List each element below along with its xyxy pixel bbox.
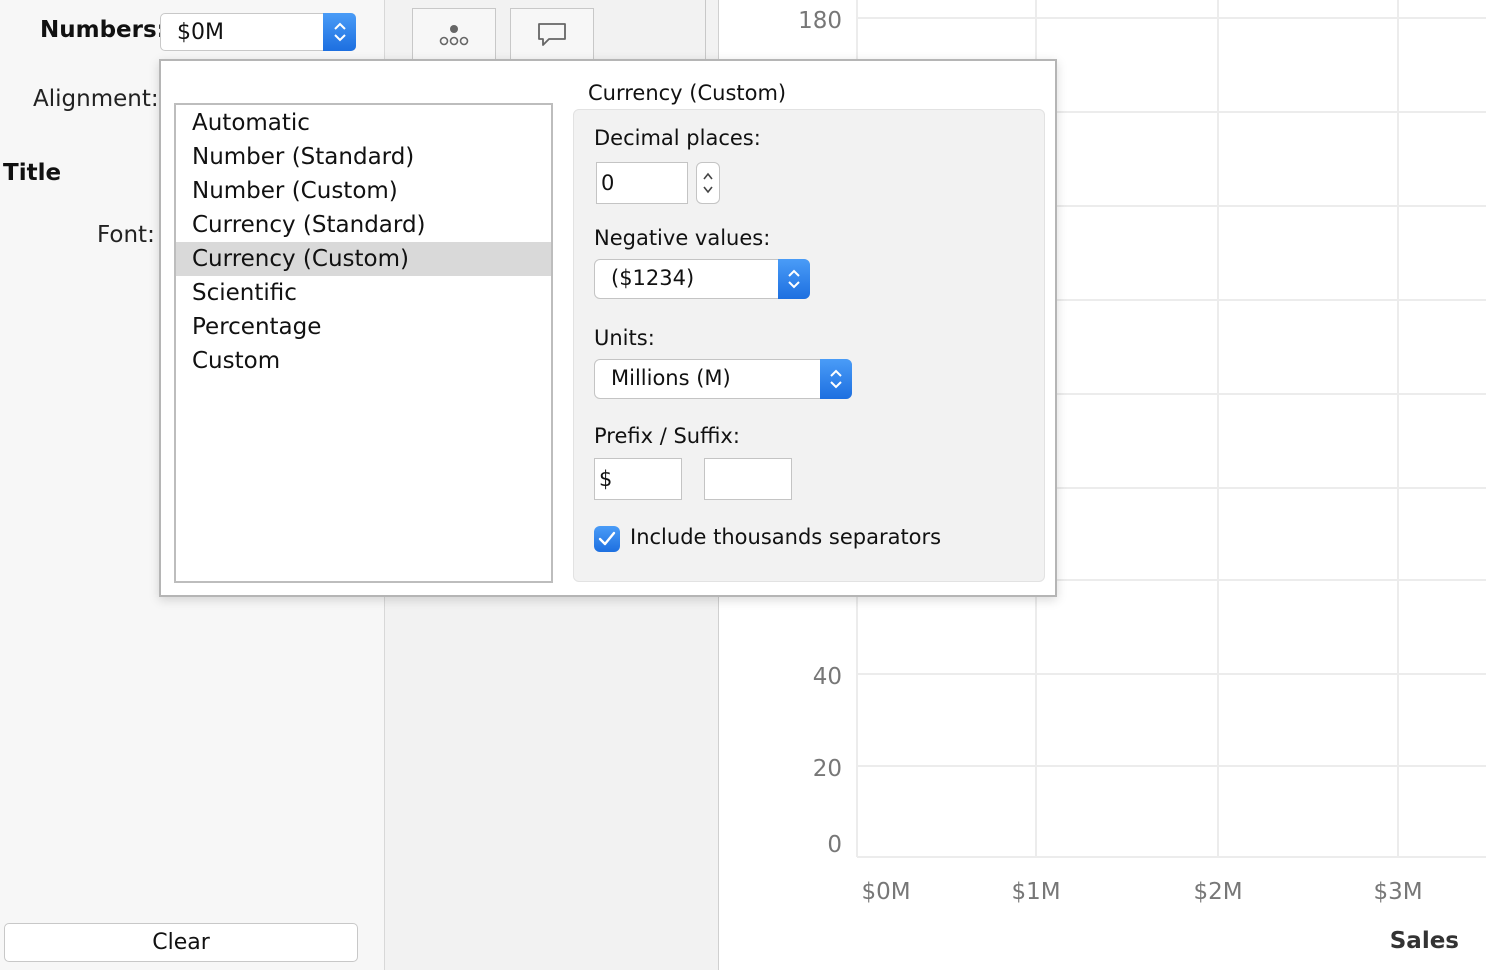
stepper-arrows-icon <box>703 172 713 194</box>
clear-button[interactable]: Clear <box>4 923 358 962</box>
detail-mark-button[interactable] <box>412 8 496 60</box>
pane-divider <box>705 0 706 60</box>
thousands-separator-checkbox[interactable] <box>594 526 620 552</box>
decimal-places-stepper[interactable] <box>696 162 720 204</box>
decimal-places-label: Decimal places: <box>594 126 761 150</box>
decimal-places-input[interactable]: 0 <box>596 162 688 204</box>
select-stepper-icon[interactable] <box>820 359 852 399</box>
format-list-item[interactable]: Automatic <box>176 106 551 140</box>
format-list-item[interactable]: Currency (Custom) <box>176 242 551 276</box>
format-list-item[interactable]: Number (Custom) <box>176 174 551 208</box>
x-tick-label: $3M <box>1373 879 1422 905</box>
negative-values-select[interactable]: ($1234) <box>594 259 810 299</box>
format-list-item[interactable]: Percentage <box>176 310 551 344</box>
format-list-item[interactable]: Scientific <box>176 276 551 310</box>
y-tick-label: 0 <box>827 832 842 858</box>
select-stepper-icon[interactable] <box>778 259 810 299</box>
number-format-popup: Automatic Number (Standard) Number (Custom… <box>159 59 1057 597</box>
y-tick-label: 180 <box>798 8 842 34</box>
section-title: Currency (Custom) <box>588 81 787 105</box>
x-tick-label: $0M <box>861 879 910 905</box>
thousands-separator-label: Include thousands separators <box>630 525 942 549</box>
prefix-input[interactable]: $ <box>594 458 682 500</box>
numbers-select[interactable]: $0M <box>160 13 356 51</box>
select-stepper-icon[interactable] <box>323 13 356 51</box>
y-tick-label: 40 <box>813 664 842 690</box>
x-tick-label: $2M <box>1193 879 1242 905</box>
currency-options-panel: Decimal places: 0 Negative values: ($123… <box>573 109 1045 582</box>
negative-values-label: Negative values: <box>594 226 771 250</box>
units-label: Units: <box>594 326 655 350</box>
x-tick-label: $1M <box>1011 879 1060 905</box>
numbers-select-value: $0M <box>177 20 224 45</box>
alignment-label: Alignment: <box>33 86 159 112</box>
detail-icon <box>439 24 469 45</box>
font-label: Font: <box>97 222 155 248</box>
prefix-suffix-label: Prefix / Suffix: <box>594 424 740 448</box>
format-list-item[interactable]: Custom <box>176 344 551 378</box>
units-select[interactable]: Millions (M) <box>594 359 852 399</box>
format-list-item[interactable]: Number (Standard) <box>176 140 551 174</box>
y-tick-label: 20 <box>813 756 842 782</box>
negative-values-value: ($1234) <box>611 266 695 290</box>
x-axis-title: Sales <box>1390 928 1459 954</box>
checkmark-icon <box>598 531 616 546</box>
title-section-label: Title <box>3 160 62 186</box>
format-list-item[interactable]: Currency (Standard) <box>176 208 551 242</box>
units-value: Millions (M) <box>611 366 731 390</box>
format-list[interactable]: Automatic Number (Standard) Number (Custom… <box>174 103 553 583</box>
tooltip-mark-button[interactable] <box>510 8 594 60</box>
suffix-input[interactable] <box>704 458 792 500</box>
tooltip-icon <box>538 22 566 46</box>
numbers-label: Numbers: <box>40 17 166 43</box>
